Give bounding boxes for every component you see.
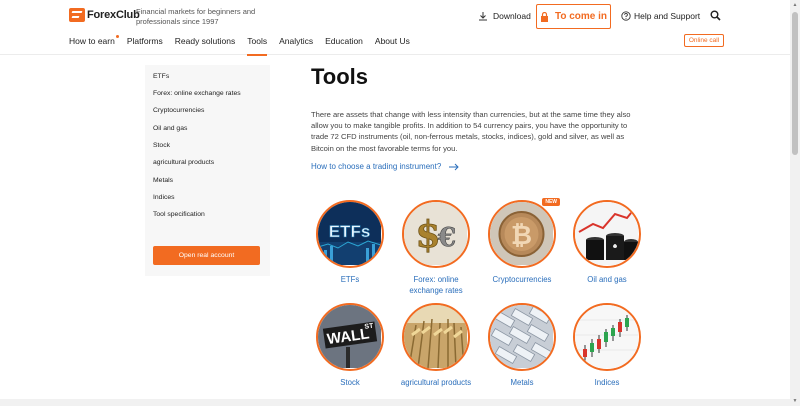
tool-image: ETFs bbox=[316, 200, 384, 268]
nav-label: Education bbox=[325, 36, 363, 46]
scroll-up-arrow-icon[interactable]: ▲ bbox=[792, 2, 798, 8]
come-in-label: To come in bbox=[554, 11, 608, 22]
come-in-button[interactable]: To come in bbox=[536, 4, 611, 29]
question-icon bbox=[621, 11, 631, 21]
tool-image bbox=[402, 303, 470, 371]
svg-text:$: $ bbox=[415, 214, 440, 256]
tool-label: agricultural products bbox=[400, 378, 472, 387]
nav-ready-solutions[interactable]: Ready solutions bbox=[175, 36, 235, 56]
nav-label: Ready solutions bbox=[174, 36, 236, 46]
horizontal-scrollbar[interactable] bbox=[0, 399, 790, 406]
main-nav: How to earn Platforms Ready solutions To… bbox=[69, 35, 422, 56]
sidebar-item-tool-specification[interactable]: Tool specification bbox=[153, 211, 205, 218]
svg-text:ST: ST bbox=[364, 323, 375, 331]
download-label: Download bbox=[493, 11, 531, 21]
tool-metals[interactable]: Metals bbox=[482, 303, 562, 388]
oil-barrels-icon bbox=[575, 202, 638, 265]
tool-etfs[interactable]: ETFs ETFs bbox=[310, 200, 390, 285]
tool-agricultural[interactable]: agricultural products bbox=[396, 303, 476, 388]
help-support-link[interactable]: Help and Support bbox=[621, 11, 700, 21]
logo-text: ForexClub bbox=[87, 9, 140, 21]
currency-icon: $ € bbox=[404, 202, 467, 265]
sidebar-item-forex[interactable]: Forex: online exchange rates bbox=[153, 90, 241, 97]
tool-label: Indices bbox=[594, 378, 620, 387]
nav-label: How to earn bbox=[69, 36, 115, 46]
sidebar-item-etfs[interactable]: ETFs bbox=[153, 73, 169, 80]
scrollbar-thumb[interactable] bbox=[792, 12, 798, 155]
tool-label: Forex: online exchange rates bbox=[409, 275, 463, 295]
tool-image bbox=[573, 303, 641, 371]
tool-image: WALL ST bbox=[316, 303, 384, 371]
svg-text:ETFs: ETFs bbox=[329, 222, 371, 241]
tool-label: Cryptocurrencies bbox=[492, 275, 552, 284]
etfs-icon: ETFs bbox=[318, 202, 381, 265]
nav-label: Analytics bbox=[279, 36, 314, 46]
nav-about-us[interactable]: About Us bbox=[375, 36, 410, 56]
sidebar-item-metals[interactable]: Metals bbox=[153, 177, 173, 184]
open-real-account-button[interactable]: Open real account bbox=[153, 246, 260, 265]
nav-platforms[interactable]: Platforms bbox=[127, 36, 163, 56]
tool-label: Metals bbox=[510, 378, 534, 387]
svg-text:€: € bbox=[437, 223, 456, 253]
forexclub-logo-icon bbox=[69, 8, 85, 22]
intro-text: There are assets that change with less i… bbox=[311, 110, 631, 153]
tool-image bbox=[488, 303, 556, 371]
tool-image: ₿ bbox=[488, 200, 556, 268]
tool-image bbox=[573, 200, 641, 268]
tool-stock[interactable]: WALL ST Stock bbox=[310, 303, 390, 388]
scroll-down-arrow-icon[interactable]: ▼ bbox=[792, 398, 798, 404]
svg-text:₿: ₿ bbox=[511, 220, 532, 250]
sidebar-item-cryptocurrencies[interactable]: Cryptocurrencies bbox=[153, 107, 204, 114]
tool-oil-gas[interactable]: Oil and gas bbox=[567, 200, 647, 285]
wall-street-sign-icon: WALL ST bbox=[318, 305, 381, 368]
wheat-icon bbox=[404, 305, 467, 368]
tool-label: Oil and gas bbox=[587, 275, 627, 284]
new-dot-icon bbox=[115, 35, 119, 38]
lock-icon bbox=[540, 11, 548, 22]
nav-tools[interactable]: Tools bbox=[247, 36, 268, 56]
tagline: Financial markets for beginners and prof… bbox=[136, 7, 256, 26]
search-icon[interactable] bbox=[710, 10, 721, 21]
tool-indices[interactable]: Indices bbox=[567, 303, 647, 388]
tool-forex[interactable]: $ € Forex: online exchange rates bbox=[396, 200, 476, 296]
tool-cryptocurrencies[interactable]: ₿ NEW Cryptocurrencies bbox=[482, 198, 562, 285]
sidebar-item-indices[interactable]: Indices bbox=[153, 194, 175, 201]
nav-label: Platforms bbox=[126, 36, 163, 46]
online-call-button[interactable]: Online call bbox=[684, 34, 724, 47]
choose-instrument-link[interactable]: How to choose a trading instrument? bbox=[311, 162, 460, 171]
sidebar-item-oil-gas[interactable]: Oil and gas bbox=[153, 125, 187, 132]
help-label: Help and Support bbox=[634, 11, 701, 21]
sidebar: ETFs Forex: online exchange rates Crypto… bbox=[145, 65, 270, 276]
tool-label: Stock bbox=[340, 378, 360, 387]
choose-link-label: How to choose a trading instrument? bbox=[311, 162, 442, 171]
nav-label: Tools bbox=[247, 36, 268, 46]
nav-analytics[interactable]: Analytics bbox=[279, 36, 313, 56]
logo[interactable]: ForexClub bbox=[69, 8, 140, 22]
sidebar-item-stock[interactable]: Stock bbox=[153, 142, 170, 149]
download-icon bbox=[479, 12, 487, 21]
site-header: ForexClub Financial markets for beginner… bbox=[0, 0, 790, 56]
download-link[interactable]: Download bbox=[478, 11, 531, 21]
new-badge: NEW bbox=[542, 198, 560, 206]
bitcoin-icon: ₿ bbox=[490, 202, 553, 265]
tool-label: ETFs bbox=[340, 275, 360, 284]
nav-label: About Us bbox=[374, 36, 410, 46]
metal-bars-icon bbox=[490, 305, 553, 368]
tool-image: $ € bbox=[402, 200, 470, 268]
page-title: Tools bbox=[311, 64, 369, 89]
nav-how-to-earn[interactable]: How to earn bbox=[69, 35, 119, 56]
sidebar-item-agricultural[interactable]: agricultural products bbox=[153, 159, 214, 166]
candlestick-chart-icon bbox=[575, 305, 638, 368]
nav-education[interactable]: Education bbox=[325, 36, 363, 56]
arrow-right-icon bbox=[449, 163, 460, 170]
